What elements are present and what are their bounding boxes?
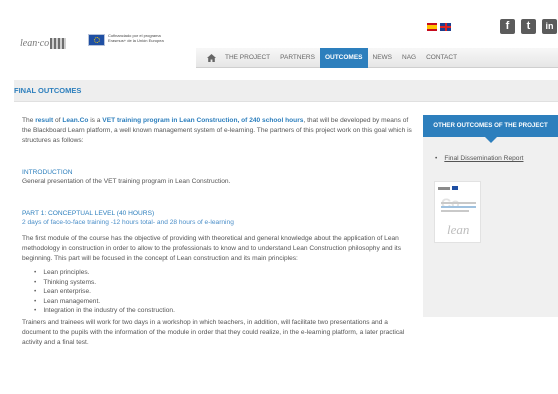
introduction-text: General presentation of the VET training… xyxy=(22,178,231,185)
nav-item-news[interactable]: NEWS xyxy=(368,48,398,68)
thumbnail-text-line xyxy=(441,202,476,204)
twitter-icon[interactable]: t xyxy=(521,19,536,34)
nav-item-outcomes[interactable]: OUTCOMES xyxy=(319,47,368,68)
list-item: Lean enterprise. xyxy=(34,287,414,297)
home-icon[interactable] xyxy=(203,48,219,68)
language-switcher xyxy=(427,23,451,31)
main-content: The result of Lean.Co is a VET training … xyxy=(22,116,414,358)
part1-text: The first module of the course has the o… xyxy=(22,235,402,262)
thumbnail-logo xyxy=(438,187,450,190)
nav-item-the-project[interactable]: THE PROJECT xyxy=(220,48,275,68)
thumbnail-text-line xyxy=(441,210,469,212)
facebook-icon[interactable]: f xyxy=(500,19,515,34)
highlight-program: VET training program in Lean Constructio… xyxy=(102,117,304,124)
main-nav: THE PROJECT PARTNERS OUTCOMES NEWS NAG C… xyxy=(196,47,558,68)
part1-bullet-list: Lean principles. Thinking systems. Lean … xyxy=(34,268,414,316)
nav-item-contact[interactable]: CONTACT xyxy=(421,48,462,68)
nav-item-nag[interactable]: NAG xyxy=(397,48,421,68)
english-flag-icon[interactable] xyxy=(440,23,451,31)
nav-item-partners[interactable]: PARTNERS xyxy=(275,48,320,68)
sidebar-link-item: • Final Dissemination Report xyxy=(435,155,558,162)
thumbnail-text-line xyxy=(441,206,476,208)
sidebar: OTHER OUTCOMES OF THE PROJECT • Final Dis… xyxy=(423,115,558,317)
sidebar-heading: OTHER OUTCOMES OF THE PROJECT xyxy=(423,115,558,143)
leanco-logo[interactable]: lean·co xyxy=(20,34,67,52)
thumbnail-eu-flag-icon xyxy=(452,186,458,190)
part1-heading: PART 1: CONCEPTUAL LEVEL (40 hours) xyxy=(22,210,155,217)
thumbnail-lean-logo: lean xyxy=(447,222,470,237)
report-thumbnail[interactable]: Co lean xyxy=(434,181,481,243)
title-bar xyxy=(14,80,558,102)
list-item: Lean principles. xyxy=(34,268,414,278)
highlight-result: result xyxy=(35,117,54,124)
eu-cofunding-text: Cofinanciado por el programa Erasmus+ de… xyxy=(108,33,164,43)
part1-closing-text: Trainers and trainees will work for two … xyxy=(22,318,405,346)
final-dissemination-report-link[interactable]: Final Dissemination Report xyxy=(444,155,523,162)
intro-paragraph: The result of Lean.Co is a VET training … xyxy=(22,117,412,144)
list-item: Thinking systems. xyxy=(34,278,414,288)
part1-subheading: 2 days of face-to-face training -12 hour… xyxy=(22,219,234,226)
list-item: Integration in the industry of the const… xyxy=(34,306,414,316)
spanish-flag-icon[interactable] xyxy=(427,23,437,31)
logo-text: lean·co xyxy=(20,37,50,49)
highlight-leanco: Lean.Co xyxy=(62,117,89,124)
page-title: FINAL OUTCOMES xyxy=(14,86,82,95)
introduction-heading: INTRODUCTION xyxy=(22,169,73,176)
eu-flag-icon xyxy=(88,34,105,46)
logo-grid-icon xyxy=(50,37,67,49)
linkedin-icon[interactable]: in xyxy=(542,19,557,34)
list-item: Lean management. xyxy=(34,297,414,307)
bullet-icon: • xyxy=(435,155,438,162)
site-header: lean·co Cofinanciado por el programa Era… xyxy=(0,0,558,72)
